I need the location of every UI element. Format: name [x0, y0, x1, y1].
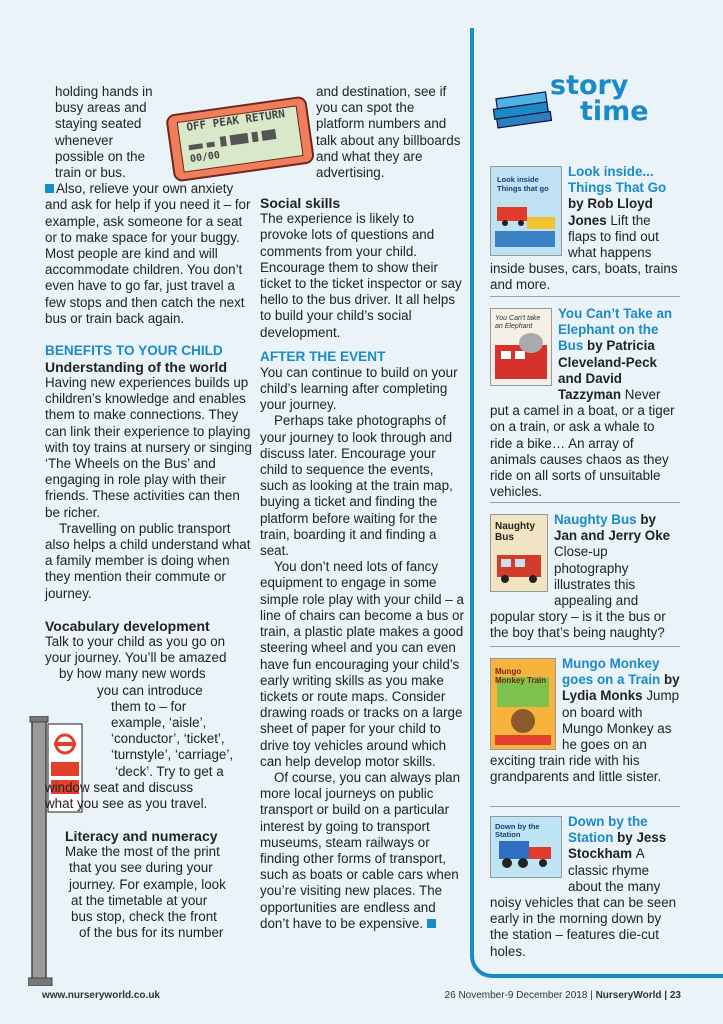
footer-brand: NurseryWorld	[595, 990, 662, 1001]
col2-paragraph-6: Of course, you can always plan more loca…	[260, 770, 464, 932]
book-title: Look inside... Things That Go	[568, 164, 667, 196]
col1-paragraph-3: Having new experiences builds up childre…	[45, 375, 252, 520]
benefits-heading: BENEFITS TO YOUR CHILD	[45, 343, 223, 359]
book-cover-text: You Can't take an Elephant	[495, 315, 541, 331]
divider	[490, 806, 680, 807]
after-event-heading: AFTER THE EVENT	[260, 348, 386, 364]
bullet-marker	[45, 184, 54, 194]
vocab-line-1: Talk to your child as you go on your jou…	[45, 633, 227, 666]
col2-paragraph-2: The experience is likely to provoke lots…	[260, 211, 462, 340]
vocab-line-3: you can introduce	[97, 682, 203, 698]
book-cover-down-by-the-station: Down by the Station	[490, 816, 562, 878]
vocab-line-8: ‘deck’. Try to get a	[115, 763, 224, 779]
vocab-line-2: by how many new words	[59, 666, 206, 682]
book-cover-text: Down by the Station	[495, 822, 540, 840]
book-description: Never put a camel in a boat, or a tiger …	[490, 387, 675, 500]
col1-paragraph-1: holding hands in busy areas and staying …	[55, 84, 153, 181]
literacy-line-2: that you see during your	[69, 860, 213, 876]
book-item: Down by the Station Down by the Station …	[490, 814, 680, 960]
vocab-line-9: window seat and discuss	[45, 779, 194, 795]
time-word: time	[580, 96, 649, 127]
book-cover-mungo-monkey: Mungo Monkey Train	[490, 658, 556, 750]
social-skills-heading: Social skills	[260, 195, 341, 212]
story-time-logo: story time	[488, 70, 663, 134]
book-cover-text: Mungo Monkey Train	[495, 667, 547, 686]
col1-paragraph-2: Also, relieve your own anxiety and ask f…	[45, 181, 253, 327]
column-middle: and destination, see if you can spot the…	[260, 84, 464, 932]
literacy-line-4: at the timetable at your	[71, 892, 208, 908]
book-title: Naughty Bus	[554, 512, 641, 527]
book-cover-text: Look inside Things that go	[497, 175, 549, 194]
footer-url[interactable]: www.nurseryworld.co.uk	[42, 990, 160, 1001]
footer-date: 26 November-9 December 2018 |	[444, 990, 593, 1001]
end-marker	[426, 918, 436, 928]
divider	[490, 296, 680, 297]
book-item: Naughty Bus Naughty Bus by Jan and Jerry…	[490, 512, 680, 642]
book-cover-elephant: You Can't take an Elephant	[490, 308, 552, 386]
book-cover-naughty-bus: Naughty Bus	[490, 514, 548, 592]
divider	[490, 646, 680, 647]
footer-page-number: | 23	[664, 990, 681, 1001]
col1-paragraph-4: Travelling on public transport also help…	[45, 520, 251, 601]
vocab-line-5: example, ‘aisle’,	[111, 714, 207, 730]
book-item: Look inside Things that go Look inside..…	[490, 164, 680, 294]
literacy-line-5: bus stop, check the front	[71, 908, 217, 924]
col2-paragraph-5: You don’t need lots of fancy equipment t…	[260, 559, 464, 769]
vocabulary-heading: Vocabulary development	[45, 617, 210, 634]
book-item: Mungo Monkey Train Mungo Monkey goes on …	[490, 656, 680, 786]
book-cover-text: Naughty Bus	[495, 521, 535, 544]
literacy-line-6: of the bus for its number	[79, 925, 224, 941]
col1-paragraph-2-text: Also, relieve your own anxiety and ask f…	[45, 181, 251, 326]
vocab-line-4: them to – for	[111, 698, 187, 714]
footer-page-info: 26 November-9 December 2018 | NurseryWor…	[445, 990, 681, 1001]
literacy-heading: Literacy and numeracy	[65, 828, 218, 845]
vocab-line-7: ‘turnstyle’, ‘carriage’,	[111, 747, 234, 763]
book-cover-things-that-go: Look inside Things that go	[490, 166, 562, 256]
vocab-line-6: ‘conductor’, ‘ticket’,	[111, 731, 225, 747]
literacy-line-3: journey. For example, look	[69, 876, 226, 892]
col2-paragraph-4: Perhaps take photographs of your journey…	[260, 413, 453, 559]
column-left: holding hands in busy areas and staying …	[45, 84, 253, 941]
col1-intro: holding hands in busy areas and staying …	[45, 84, 165, 181]
understanding-heading: Understanding of the world	[45, 359, 227, 376]
literacy-line-1: Make the most of the print	[65, 844, 220, 860]
col2-paragraph-1: and destination, see if you can spot the…	[316, 84, 461, 181]
vocab-line-10: what you see as you travel.	[45, 795, 208, 811]
book-title: Mungo Monkey goes on a Train	[562, 656, 664, 688]
col2-paragraph-6-text: Of course, you can always plan more loca…	[260, 769, 461, 931]
book-item: You Can't take an Elephant You Can’t Tak…	[490, 306, 680, 500]
divider	[490, 502, 680, 503]
col2-paragraph-3: You can continue to build on your child’…	[260, 364, 458, 413]
